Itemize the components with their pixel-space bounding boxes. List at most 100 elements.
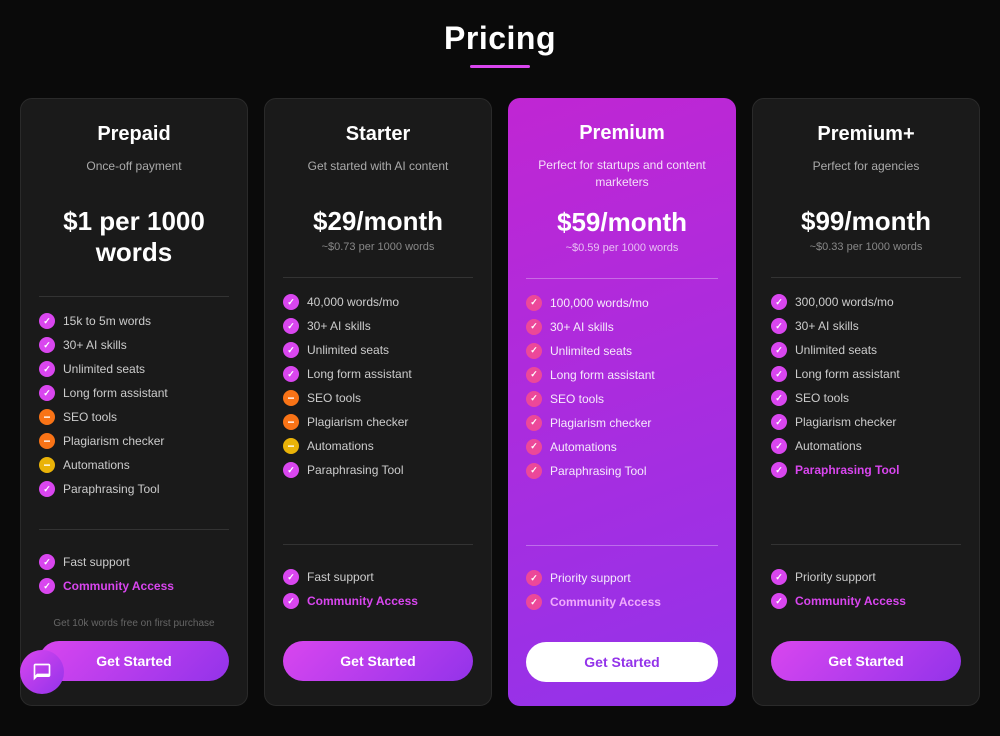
feature-text: Automations (307, 439, 374, 453)
support-section-starter: Fast support Community Access (283, 569, 473, 625)
support-feature-text: Fast support (307, 570, 374, 584)
feature-text: Long form assistant (307, 367, 412, 381)
list-item: Community Access (526, 594, 718, 610)
list-item: Priority support (771, 569, 961, 585)
feature-icon-check-purple (771, 569, 787, 585)
feature-icon-check-purple (771, 438, 787, 454)
chat-support-button[interactable] (20, 650, 64, 694)
card-price-per-premium: ~$0.59 per 1000 words (526, 242, 718, 254)
pricing-card-starter: StarterGet started with AI content$29/mo… (264, 98, 492, 706)
get-started-button-premium[interactable]: Get Started (526, 642, 718, 682)
feature-text: Plagiarism checker (550, 416, 651, 430)
feature-icon-check-purple (39, 385, 55, 401)
list-item: Unlimited seats (771, 342, 961, 358)
support-feature-text: Fast support (63, 555, 130, 569)
feature-icon-check-pink (526, 570, 542, 586)
list-item: Unlimited seats (39, 361, 229, 377)
divider (526, 278, 718, 279)
card-price-starter: $29/month (283, 206, 473, 237)
feature-icon-check-pink (526, 295, 542, 311)
list-item: Long form assistant (39, 385, 229, 401)
feature-icon-check-purple (39, 481, 55, 497)
feature-icon-check-purple (283, 318, 299, 334)
support-list-starter: Fast support Community Access (283, 569, 473, 609)
get-started-button-prepaid[interactable]: Get Started (39, 641, 229, 681)
support-feature-text: Priority support (550, 571, 631, 585)
feature-icon-check-purple (771, 318, 787, 334)
list-item: Community Access (283, 593, 473, 609)
features-list-starter: 40,000 words/mo30+ AI skillsUnlimited se… (283, 294, 473, 520)
feature-icon-check-pink (526, 439, 542, 455)
divider (283, 277, 473, 278)
list-item: Unlimited seats (526, 343, 718, 359)
support-list-premium: Priority support Community Access (526, 570, 718, 610)
get-started-button-starter[interactable]: Get Started (283, 641, 473, 681)
feature-icon-check-purple (771, 462, 787, 478)
list-item: 30+ AI skills (283, 318, 473, 334)
feature-text: Unlimited seats (63, 362, 145, 376)
card-subtitle-premium: Perfect for startups and content markete… (526, 157, 718, 191)
feature-icon-check-pink (526, 415, 542, 431)
list-item: SEO tools (283, 390, 473, 406)
feature-text: SEO tools (795, 391, 849, 405)
feature-icon-check-pink (526, 463, 542, 479)
feature-text: 300,000 words/mo (795, 295, 894, 309)
list-item: Automations (39, 457, 229, 473)
support-feature-text: Community Access (63, 579, 174, 593)
list-item: Community Access (39, 578, 229, 594)
feature-text: SEO tools (550, 392, 604, 406)
feature-text: Plagiarism checker (63, 434, 164, 448)
pricing-card-premium-plus: Premium+ Perfect for agencies $99/month ~$0… (752, 98, 980, 706)
card-price-prepaid: $1 per 1000 words (39, 206, 229, 268)
list-item: 40,000 words/mo (283, 294, 473, 310)
list-item: Paraphrasing Tool (526, 463, 718, 479)
support-feature-text: Priority support (795, 570, 876, 584)
card-title-premium-plus: Premium+ (771, 123, 961, 146)
list-item: SEO tools (526, 391, 718, 407)
card-price-premium-plus: $99/month (771, 206, 961, 237)
card-subtitle-prepaid: Once-off payment (39, 158, 229, 190)
feature-icon-check-purple (283, 366, 299, 382)
feature-icon-check-purple (39, 337, 55, 353)
list-item: 30+ AI skills (39, 337, 229, 353)
get-started-button-premium-plus[interactable]: Get Started (771, 641, 961, 681)
feature-text: Automations (550, 440, 617, 454)
divider (283, 544, 473, 545)
feature-text: 100,000 words/mo (550, 296, 649, 310)
list-item: Plagiarism checker (283, 414, 473, 430)
support-list-prepaid: Fast support Community Access (39, 554, 229, 594)
feature-icon-check-purple (39, 578, 55, 594)
feature-icon-check-purple (283, 593, 299, 609)
list-item: Paraphrasing Tool (771, 462, 961, 478)
feature-icon-minus-yellow (39, 457, 55, 473)
list-item: SEO tools (771, 390, 961, 406)
feature-icon-check-purple (39, 361, 55, 377)
pricing-card-premium: Premium Perfect for startups and content … (508, 98, 736, 706)
pricing-grid: Prepaid Once-off payment $1 per 1000 words… (20, 98, 980, 706)
list-item: Community Access (771, 593, 961, 609)
list-item: Long form assistant (283, 366, 473, 382)
support-feature-text: Community Access (795, 594, 906, 608)
card-title-prepaid: Prepaid (39, 123, 229, 146)
list-item: Fast support (39, 554, 229, 570)
list-item: Plagiarism checker (526, 415, 718, 431)
divider (39, 529, 229, 530)
card-subtitle-premium-plus: Perfect for agencies (771, 158, 961, 190)
feature-text: Paraphrasing Tool (795, 463, 899, 477)
list-item: 100,000 words/mo (526, 295, 718, 311)
feature-icon-check-pink (526, 367, 542, 383)
features-list-premium-plus: 300,000 words/mo30+ AI skillsUnlimited s… (771, 294, 961, 520)
card-price-per-premium-plus: ~$0.33 per 1000 words (771, 241, 961, 253)
feature-text: Automations (795, 439, 862, 453)
features-list-premium: 100,000 words/mo30+ AI skillsUnlimited s… (526, 295, 718, 522)
feature-text: Plagiarism checker (307, 415, 408, 429)
list-item: Fast support (283, 569, 473, 585)
card-title-premium: Premium (526, 122, 718, 145)
support-feature-text: Community Access (307, 594, 418, 608)
pricing-card-prepaid: Prepaid Once-off payment $1 per 1000 words… (20, 98, 248, 706)
list-item: 15k to 5m words (39, 313, 229, 329)
list-item: Plagiarism checker (39, 433, 229, 449)
feature-icon-check-purple (771, 414, 787, 430)
page-title-section: Pricing (20, 20, 980, 68)
feature-icon-minus-orange (283, 390, 299, 406)
